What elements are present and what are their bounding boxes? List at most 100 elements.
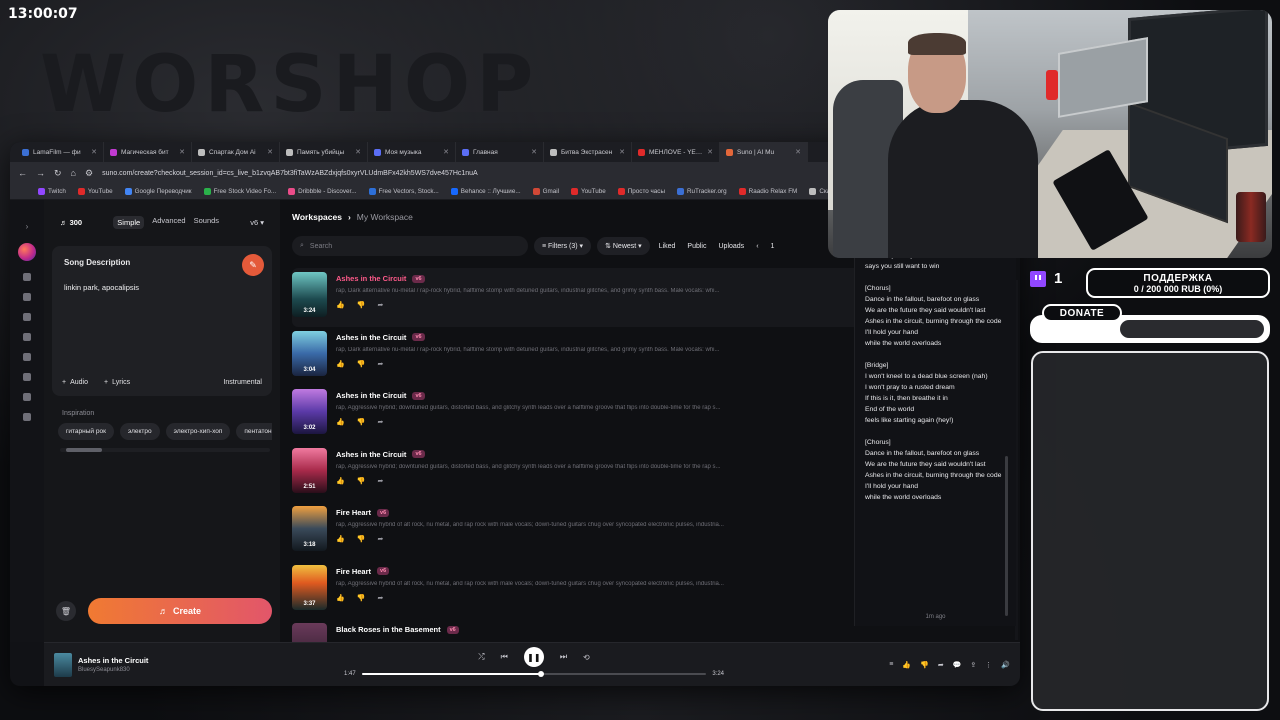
liked-filter[interactable]: Liked — [656, 238, 679, 255]
song-cover[interactable]: 2:51 — [292, 447, 327, 493]
bookmark-item[interactable]: Raadio Relax FM — [738, 188, 797, 195]
pause-button[interactable]: ❚❚ — [523, 647, 544, 667]
expand-nav-icon[interactable]: › — [26, 222, 29, 231]
volume-icon[interactable]: 🔊 — [1001, 661, 1010, 669]
mode-simple[interactable]: Simple — [113, 215, 145, 229]
create-nav-icon[interactable] — [23, 313, 31, 321]
inspiration-tag[interactable]: пентатоническ — [236, 423, 272, 440]
previous-icon[interactable]: ⏮ — [501, 652, 508, 662]
share-icon[interactable]: ➦ — [377, 418, 383, 426]
share-icon[interactable]: ➦ — [938, 661, 944, 669]
song-title[interactable]: Black Roses in the Basement v6 — [336, 625, 1004, 634]
uploads-filter[interactable]: Uploads — [716, 238, 748, 255]
like-icon[interactable]: 👍 — [336, 535, 345, 543]
bookmark-item[interactable]: Просто часы — [617, 188, 665, 195]
browser-tab[interactable]: Suno | AI Mu ✕ — [720, 142, 808, 162]
model-version-select[interactable]: v6 ▾ — [250, 218, 264, 227]
dislike-icon[interactable]: 👎 — [357, 360, 366, 368]
bookmark-item[interactable]: RuTracker.org — [676, 188, 727, 195]
home-icon[interactable]: ⌂ — [71, 168, 76, 178]
create-button[interactable]: ♬ Create — [88, 598, 272, 624]
back-icon[interactable]: ← — [18, 168, 27, 178]
player-cover[interactable] — [54, 652, 72, 677]
prev-page-icon[interactable]: ‹ — [753, 238, 761, 255]
seek-handle[interactable] — [537, 671, 544, 677]
comment-icon[interactable]: 💬 — [953, 661, 962, 669]
public-filter[interactable]: Public — [684, 238, 709, 255]
next-icon[interactable]: ⏭ — [560, 652, 567, 662]
inspiration-tag[interactable]: гитарный рок — [58, 423, 114, 440]
tags-scrollbar[interactable] — [60, 448, 270, 452]
breadcrumb-workspaces[interactable]: Workspaces — [292, 212, 342, 222]
bookmark-item[interactable]: Gmail — [532, 188, 559, 195]
like-icon[interactable]: 👍 — [336, 360, 345, 368]
bookmark-item[interactable]: Free Stock Video Fo... — [203, 188, 276, 195]
like-icon[interactable]: 👍 — [336, 418, 345, 426]
suno-logo[interactable] — [18, 243, 36, 261]
browser-tab[interactable]: Спартак Дом Ai ✕ — [192, 142, 280, 162]
share-icon[interactable]: ➦ — [377, 301, 383, 309]
song-description-input[interactable]: linkin park, apocalipsis — [64, 283, 260, 292]
magic-wand-button[interactable]: ✎ — [242, 254, 264, 276]
instrumental-toggle[interactable]: Instrumental — [223, 379, 262, 386]
library-nav-icon[interactable] — [23, 353, 31, 361]
close-tab-icon[interactable]: ✕ — [707, 148, 713, 156]
explore-nav-icon[interactable] — [23, 293, 31, 301]
close-tab-icon[interactable]: ✕ — [267, 148, 273, 156]
home-nav-icon[interactable] — [23, 273, 31, 281]
song-cover[interactable]: 3:24 — [292, 272, 327, 317]
forward-icon[interactable]: → — [36, 168, 45, 178]
browser-tab[interactable]: Память убийцы ✕ — [280, 142, 368, 162]
more-icon[interactable]: ⋮ — [985, 661, 992, 669]
close-tab-icon[interactable]: ✕ — [91, 148, 97, 156]
mode-sounds[interactable]: Sounds — [194, 216, 219, 229]
seek-bar[interactable] — [361, 671, 707, 677]
shuffle-icon[interactable]: ⤮ — [478, 652, 484, 662]
dislike-icon[interactable]: 👎 — [920, 661, 929, 669]
dislike-icon[interactable]: 👎 — [357, 477, 366, 485]
dislike-icon[interactable]: 👎 — [357, 418, 366, 426]
bookmark-item[interactable]: Dribbble - Discover... — [288, 188, 357, 195]
like-icon[interactable]: 👍 — [336, 477, 345, 485]
add-audio-button[interactable]: + Audio — [62, 379, 88, 386]
mode-advanced[interactable]: Advanced — [152, 216, 185, 229]
browser-tab[interactable]: МЕНЛОVE - YEAR ✕ — [632, 142, 720, 162]
browser-tab[interactable]: Моя музыка ✕ — [368, 142, 456, 162]
song-cover[interactable]: 3:37 — [292, 564, 327, 610]
search-nav-icon[interactable] — [23, 373, 31, 381]
share-icon[interactable]: ➦ — [377, 360, 383, 368]
studio-nav-icon[interactable] — [23, 333, 31, 341]
close-tab-icon[interactable]: ✕ — [355, 148, 361, 156]
browser-tab[interactable]: Главная ✕ — [456, 142, 544, 162]
publish-icon[interactable]: ⇪ — [970, 661, 976, 669]
inspiration-tag[interactable]: электро — [119, 423, 160, 440]
share-icon[interactable]: ➦ — [377, 477, 383, 485]
player-artist[interactable]: BluesySeapunk830 — [78, 667, 208, 673]
close-tab-icon[interactable]: ✕ — [443, 148, 449, 156]
song-cover[interactable] — [292, 623, 327, 642]
close-tab-icon[interactable]: ✕ — [531, 148, 537, 156]
like-icon[interactable]: 👍 — [902, 661, 911, 669]
bookmark-item[interactable]: Free Vectors, Stock... — [368, 188, 439, 195]
dislike-icon[interactable]: 👎 — [357, 535, 366, 543]
site-info-icon[interactable]: ⚙ — [85, 168, 93, 179]
notifications-nav-icon[interactable] — [23, 413, 31, 421]
like-icon[interactable]: 👍 — [336, 594, 345, 602]
share-icon[interactable]: ➦ — [377, 594, 383, 602]
song-cover[interactable]: 3:02 — [292, 389, 327, 434]
sort-button[interactable]: ⇅ Newest ▾ — [597, 237, 650, 255]
hooks-nav-icon[interactable] — [23, 393, 31, 401]
inspiration-tag[interactable]: электро-хип-хоп — [165, 423, 231, 440]
song-cover[interactable]: 3:04 — [292, 330, 327, 376]
bookmark-item[interactable]: Google Переводчик — [124, 188, 192, 195]
bookmark-item[interactable]: YouTube — [77, 188, 113, 195]
dislike-icon[interactable]: 👎 — [357, 301, 366, 309]
bookmark-item[interactable]: YouTube — [571, 188, 606, 195]
repeat-icon[interactable]: ⟲ — [583, 653, 590, 662]
browser-tab[interactable]: LamaFilm — фи ✕ — [16, 142, 104, 162]
share-icon[interactable]: ➦ — [377, 535, 383, 543]
search-input[interactable]: ⌕ Search — [292, 236, 528, 256]
close-tab-icon[interactable]: ✕ — [179, 148, 185, 156]
queue-icon[interactable]: ≡ — [889, 661, 893, 669]
add-lyrics-button[interactable]: + Lyrics — [104, 379, 130, 386]
